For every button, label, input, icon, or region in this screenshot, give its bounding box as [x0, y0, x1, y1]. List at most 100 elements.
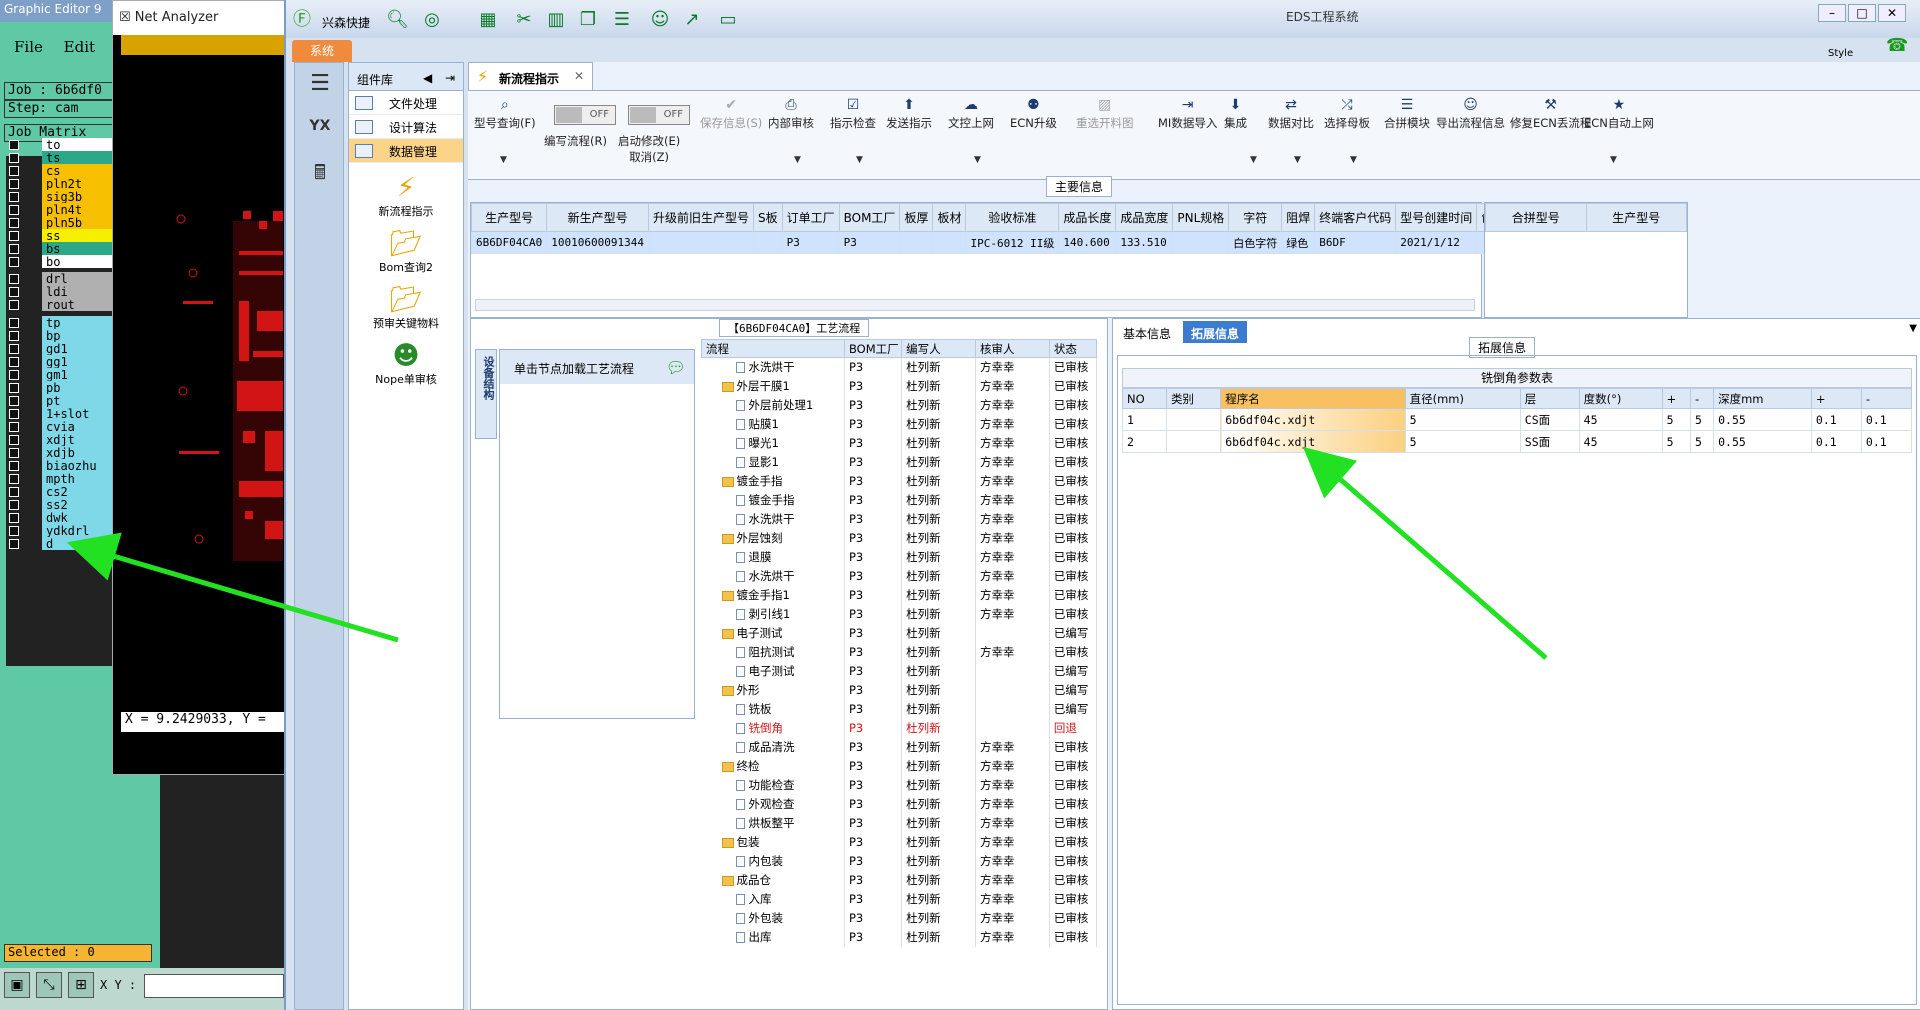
- flow-row[interactable]: 水洗烘干 P3 杜列新 方幸幸 已审核: [701, 509, 1098, 529]
- layer-checkbox[interactable]: [9, 357, 19, 367]
- info-col-header[interactable]: 成品长度: [1058, 203, 1117, 232]
- info-cell[interactable]: [647, 231, 754, 254]
- toolbar-item[interactable]: ▨ 重选开料图: [1076, 97, 1134, 131]
- info-cell[interactable]: 10010600091344: [546, 231, 649, 254]
- merge-col-production-model[interactable]: 生产型号: [1585, 203, 1687, 232]
- zoom-box-icon[interactable]: ▣: [4, 972, 30, 998]
- layer-checkbox[interactable]: [9, 383, 19, 393]
- copy-icon[interactable]: ❐: [578, 10, 598, 30]
- component-design-algorithm[interactable]: 设计算法: [349, 115, 463, 139]
- search-icon[interactable]: 🔍︎: [386, 10, 409, 30]
- layer-row[interactable]: 1+slot: [6, 407, 114, 421]
- toolbar-item[interactable]: 启动修改(E) 取消(Z): [618, 133, 680, 165]
- dropdown-arrow-icon[interactable]: ▼: [1294, 155, 1301, 165]
- flow-row[interactable]: 外观检查 P3 杜列新 方幸幸 已审核: [701, 794, 1098, 814]
- mill-col-header[interactable]: 程序名: [1220, 388, 1406, 409]
- flow-row[interactable]: 镀金手指 P3 杜列新 方幸幸 已审核: [701, 471, 1098, 491]
- flow-col-header[interactable]: 编写人: [901, 339, 977, 358]
- info-col-header[interactable]: 阻焊: [1281, 203, 1316, 232]
- layer-checkbox[interactable]: [9, 396, 19, 406]
- flow-row[interactable]: 出库 P3 杜列新 方幸幸 已审核: [701, 927, 1098, 947]
- layer-row[interactable]: d: [6, 537, 114, 551]
- layer-row[interactable]: bs: [6, 242, 114, 256]
- layer-checkbox[interactable]: [9, 318, 19, 328]
- layer-row[interactable]: pln2t: [6, 177, 114, 191]
- toolbar-item[interactable]: ⚒ 修复ECN丢流程: [1510, 97, 1591, 131]
- layer-checkbox[interactable]: [9, 370, 19, 380]
- flow-row[interactable]: 水洗烘干 P3 杜列新 方幸幸 已审核: [701, 566, 1098, 586]
- flow-row[interactable]: 铣板 P3 杜列新 已编写: [701, 699, 1098, 719]
- layer-row[interactable]: cvia: [6, 420, 114, 434]
- info-col-header[interactable]: 字符: [1228, 203, 1283, 232]
- flow-row[interactable]: 退膜 P3 杜列新 方幸幸 已审核: [701, 547, 1098, 567]
- flow-row[interactable]: 贴膜1 P3 杜列新 方幸幸 已审核: [701, 414, 1098, 434]
- component-file-processing[interactable]: 文件处理: [349, 91, 463, 115]
- layer-row[interactable]: ldi: [6, 285, 114, 299]
- flow-row[interactable]: 镀金手指 P3 杜列新 方幸幸 已审核: [701, 490, 1098, 510]
- layer-row[interactable]: ydkdrl: [6, 524, 114, 538]
- layer-row[interactable]: pln5b: [6, 216, 114, 230]
- layer-checkbox[interactable]: [9, 179, 19, 189]
- grid-icon[interactable]: ⊞: [68, 972, 94, 998]
- layer-row[interactable]: gm1: [6, 368, 114, 382]
- tab-extended-info[interactable]: 拓展信息: [1183, 321, 1248, 343]
- layer-checkbox[interactable]: [9, 231, 19, 241]
- system-tab[interactable]: 系统: [292, 40, 352, 62]
- info-cell[interactable]: 2021/1/12: [1395, 231, 1478, 254]
- layer-checkbox[interactable]: [9, 257, 19, 267]
- layer-checkbox[interactable]: [9, 331, 19, 341]
- menu-edit[interactable]: Edit: [64, 38, 95, 56]
- flow-row[interactable]: 剥引线1 P3 杜列新 方幸幸 已审核: [701, 604, 1098, 624]
- style-menu[interactable]: Style: [1828, 48, 1853, 59]
- flow-row[interactable]: 曝光1 P3 杜列新 方幸幸 已审核: [701, 433, 1098, 453]
- flow-row[interactable]: 水洗烘干 P3 杜列新 方幸幸 已审核: [701, 357, 1098, 377]
- info-cell[interactable]: 133.510: [1115, 231, 1174, 254]
- calculator-icon[interactable]: 🖩︎: [301, 155, 339, 189]
- toolbar-item[interactable]: ★ ECN自动上网: [1584, 97, 1654, 131]
- yx-logo-icon[interactable]: YX: [301, 109, 339, 143]
- toolbar-item[interactable]: ⇄ 数据对比: [1268, 97, 1314, 131]
- toolbar-item[interactable]: ⎙ 内部审核: [768, 97, 814, 131]
- measure-icon[interactable]: ⤡: [36, 972, 62, 998]
- layer-checkbox[interactable]: [9, 526, 19, 536]
- layer-checkbox[interactable]: [9, 487, 19, 497]
- flow-row[interactable]: 外层前处理1 P3 杜列新 方幸幸 已审核: [701, 395, 1098, 415]
- dropdown-arrow-icon[interactable]: ▼: [1610, 155, 1617, 165]
- flow-row[interactable]: 烘板整平 P3 杜列新 方幸幸 已审核: [701, 813, 1098, 833]
- flow-row[interactable]: 外形 P3 杜列新 已编写: [701, 680, 1098, 700]
- mill-col-header[interactable]: 深度mm: [1713, 388, 1812, 409]
- merge-col-merge-model[interactable]: 合拼型号: [1485, 203, 1587, 232]
- horizontal-scrollbar[interactable]: [475, 299, 1475, 311]
- toolbar-item[interactable]: ☺ 导出流程信息: [1436, 97, 1505, 131]
- mill-col-header[interactable]: 类别: [1165, 388, 1222, 409]
- layer-checkbox[interactable]: [9, 244, 19, 254]
- dropdown-arrow-icon[interactable]: ▼: [794, 155, 801, 165]
- info-cell[interactable]: 140.600: [1058, 231, 1117, 254]
- xy-input[interactable]: [144, 974, 284, 998]
- mill-col-header[interactable]: -: [1689, 388, 1715, 409]
- tab-basic-info[interactable]: 基本信息: [1115, 321, 1179, 343]
- info-col-header[interactable]: 升级前旧生产型号: [647, 203, 754, 232]
- toolbar-item[interactable]: ⬇ 集成: [1224, 97, 1247, 131]
- info-col-header[interactable]: 新生产型号: [546, 203, 649, 232]
- flow-row[interactable]: 入库 P3 杜列新 方幸幸 已审核: [701, 889, 1098, 909]
- info-col-header[interactable]: 板材: [932, 203, 967, 232]
- layer-checkbox[interactable]: [9, 500, 19, 510]
- info-col-header[interactable]: 生产型号: [470, 203, 548, 232]
- doc-tab-new-flow[interactable]: ⚡ 新流程指示 ✕: [468, 62, 593, 90]
- dropdown-arrow-icon[interactable]: ▼: [1350, 155, 1357, 165]
- component-data-management[interactable]: 数据管理: [349, 139, 463, 163]
- scissors-icon[interactable]: ✂: [514, 10, 534, 30]
- info-cell[interactable]: P3: [781, 231, 840, 254]
- toolbar-item[interactable]: 编写流程(R): [544, 133, 607, 149]
- layer-row[interactable]: cs: [6, 164, 114, 178]
- flow-row[interactable]: 阻抗测试 P3 杜列新 方幸幸 已审核: [701, 642, 1098, 662]
- monitor-icon[interactable]: ▭: [718, 10, 738, 30]
- layer-row[interactable]: pt: [6, 394, 114, 408]
- flow-row[interactable]: 功能检查 P3 杜列新 方幸幸 已审核: [701, 775, 1098, 795]
- phone-icon[interactable]: ☎: [1886, 36, 1908, 56]
- maximize-button[interactable]: □: [1848, 4, 1876, 22]
- layer-row[interactable]: mpth: [6, 472, 114, 486]
- toggle-switch[interactable]: OFF: [554, 105, 616, 125]
- mill-row[interactable]: 1 6b6df04c.xdjt 5 CS面 45 5 5 0.55 0.1 0.1: [1122, 408, 1913, 431]
